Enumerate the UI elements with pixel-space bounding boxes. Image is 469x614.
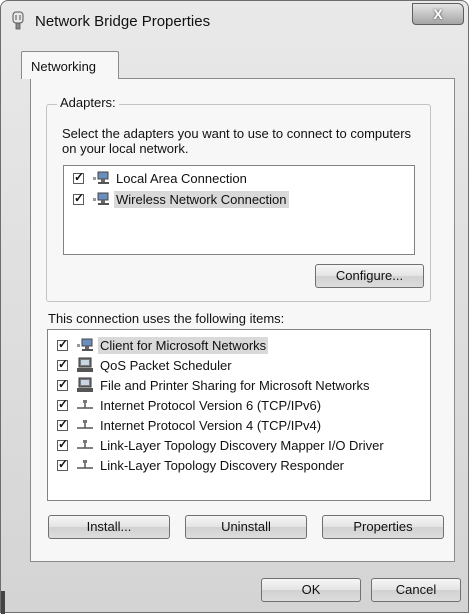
component-label: Internet Protocol Version 4 (TCP/IPv4): [100, 417, 322, 433]
component-label: QoS Packet Scheduler: [100, 357, 232, 373]
protocol-icon: [76, 397, 94, 413]
protocol-icon: [76, 457, 94, 473]
adapter-label: Wireless Network Connection: [114, 190, 289, 208]
adapters-group-label: Adapters:: [57, 95, 119, 110]
component-checkbox[interactable]: [57, 397, 68, 411]
list-item[interactable]: File and Printer Sharing for Microsoft N…: [57, 376, 371, 394]
protocol-icon: [76, 437, 94, 453]
list-item[interactable]: Internet Protocol Version 4 (TCP/IPv4): [57, 416, 323, 434]
component-label: Internet Protocol Version 6 (TCP/IPv6): [100, 397, 322, 413]
adapters-list[interactable]: Local Area Connection Wireless Network C…: [63, 165, 415, 255]
list-item[interactable]: Link-Layer Topology Discovery Responder: [57, 456, 346, 474]
list-item[interactable]: Local Area Connection: [73, 169, 249, 187]
list-item[interactable]: Client for Microsoft Networks: [57, 336, 269, 354]
component-label: Link-Layer Topology Discovery Mapper I/O…: [100, 437, 384, 453]
components-heading: This connection uses the following items…: [48, 311, 285, 326]
adapter-checkbox[interactable]: [73, 170, 84, 184]
properties-button[interactable]: Properties: [322, 515, 444, 539]
components-list[interactable]: Client for Microsoft Networks QoS Packet…: [47, 329, 431, 501]
list-item[interactable]: QoS Packet Scheduler: [57, 356, 234, 374]
component-checkbox[interactable]: [57, 457, 68, 471]
ok-button[interactable]: OK: [261, 578, 361, 602]
properties-window: Network Bridge Properties X Networking A…: [0, 0, 469, 614]
component-checkbox[interactable]: [57, 417, 68, 431]
adapter-label: Local Area Connection: [116, 170, 247, 186]
component-label: File and Printer Sharing for Microsoft N…: [100, 377, 370, 393]
tab-networking[interactable]: Networking: [21, 51, 119, 79]
component-label: Client for Microsoft Networks: [98, 336, 269, 354]
component-checkbox[interactable]: [57, 377, 68, 391]
window-edge: [1, 591, 5, 614]
component-checkbox[interactable]: [57, 357, 68, 371]
adapters-instruction: Select the adapters you want to use to c…: [62, 126, 412, 156]
close-button[interactable]: X: [412, 3, 464, 25]
adapter-checkbox[interactable]: [73, 191, 84, 205]
network-client-icon: [76, 337, 94, 353]
service-icon: [76, 377, 94, 393]
network-bridge-icon: [11, 11, 25, 31]
component-checkbox[interactable]: [57, 337, 68, 351]
list-item[interactable]: Wireless Network Connection: [73, 190, 289, 208]
cancel-button[interactable]: Cancel: [371, 578, 461, 602]
title-bar[interactable]: Network Bridge Properties X: [1, 1, 468, 41]
component-label: Link-Layer Topology Discovery Responder: [100, 457, 344, 473]
configure-button[interactable]: Configure...: [315, 264, 424, 288]
window-title: Network Bridge Properties: [35, 13, 211, 30]
list-item[interactable]: Link-Layer Topology Discovery Mapper I/O…: [57, 436, 386, 454]
network-adapter-icon: [92, 191, 110, 207]
service-icon: [76, 357, 94, 373]
list-item[interactable]: Internet Protocol Version 6 (TCP/IPv6): [57, 396, 323, 414]
install-button[interactable]: Install...: [48, 515, 170, 539]
uninstall-button[interactable]: Uninstall: [185, 515, 307, 539]
component-checkbox[interactable]: [57, 437, 68, 451]
network-adapter-icon: [92, 170, 110, 186]
protocol-icon: [76, 417, 94, 433]
